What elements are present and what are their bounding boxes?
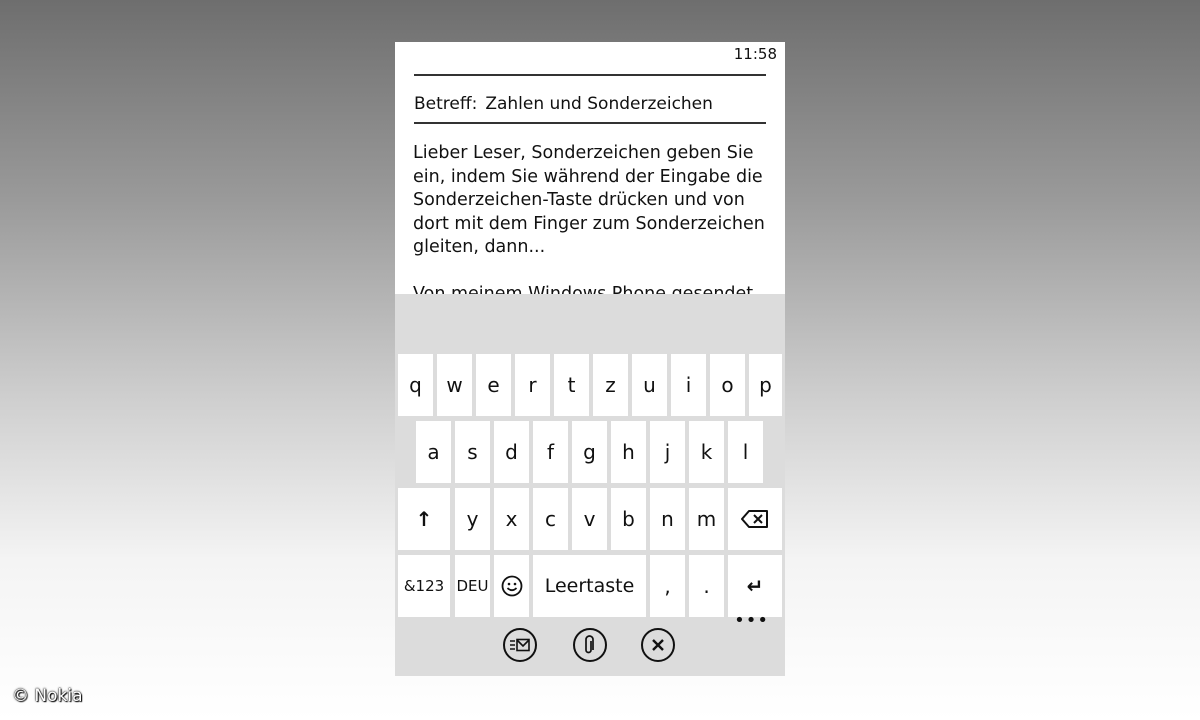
key-m[interactable]: m	[689, 488, 724, 550]
key-n[interactable]: n	[650, 488, 685, 550]
cancel-button[interactable]	[641, 628, 675, 662]
key-q[interactable]: q	[398, 354, 433, 416]
shift-key[interactable]: ↑	[398, 488, 450, 550]
subject-value: Zahlen und Sonderzeichen	[485, 94, 713, 114]
key-e[interactable]: e	[476, 354, 511, 416]
key-c[interactable]: c	[533, 488, 568, 550]
key-j[interactable]: j	[650, 421, 685, 483]
divider	[414, 74, 766, 76]
key-r[interactable]: r	[515, 354, 550, 416]
phone-screen: 11:58 Betreff: Zahlen und Sonderzeichen L…	[395, 42, 785, 676]
body-line: dort mit dem Finger zum Sonderzeichen	[413, 213, 765, 234]
subject-field[interactable]: Betreff: Zahlen und Sonderzeichen	[414, 94, 713, 114]
attach-button[interactable]	[573, 628, 607, 662]
key-k[interactable]: k	[689, 421, 724, 483]
subject-label: Betreff:	[414, 94, 478, 114]
divider	[414, 122, 766, 124]
numbers-key[interactable]: &123	[398, 555, 450, 617]
email-body[interactable]: Lieber Leser, Sonderzeichen geben Sie ei…	[413, 142, 773, 260]
key-v[interactable]: v	[572, 488, 607, 550]
more-options-button[interactable]: •••	[734, 612, 769, 630]
emoji-key[interactable]	[494, 555, 529, 617]
enter-key[interactable]: ↵	[728, 555, 782, 617]
cancel-icon	[652, 639, 664, 651]
key-z[interactable]: z	[593, 354, 628, 416]
body-line: gleiten, dann...	[413, 237, 546, 258]
language-key[interactable]: DEU	[455, 555, 490, 617]
smiley-icon	[501, 575, 522, 597]
key-s[interactable]: s	[455, 421, 490, 483]
key-b[interactable]: b	[611, 488, 646, 550]
period-key[interactable]: .	[689, 555, 724, 617]
status-time: 11:58	[733, 45, 777, 63]
key-w[interactable]: w	[437, 354, 472, 416]
key-i[interactable]: i	[671, 354, 706, 416]
key-o[interactable]: o	[710, 354, 745, 416]
attach-icon	[585, 635, 594, 654]
copyright-watermark: © Nokia	[12, 686, 83, 706]
on-screen-keyboard: q w e r t z u i o p a s d f g h j k l ↑ …	[395, 294, 785, 676]
key-d[interactable]: d	[494, 421, 529, 483]
send-icon	[510, 638, 530, 652]
comma-key[interactable]: ,	[650, 555, 685, 617]
key-x[interactable]: x	[494, 488, 529, 550]
key-f[interactable]: f	[533, 421, 568, 483]
send-button[interactable]	[503, 628, 537, 662]
key-g[interactable]: g	[572, 421, 607, 483]
body-line: Lieber Leser, Sonderzeichen geben Sie	[413, 143, 754, 163]
key-t[interactable]: t	[554, 354, 589, 416]
key-y[interactable]: y	[455, 488, 490, 550]
key-u[interactable]: u	[632, 354, 667, 416]
key-l[interactable]: l	[728, 421, 763, 483]
key-p[interactable]: p	[749, 354, 782, 416]
key-h[interactable]: h	[611, 421, 646, 483]
backspace-key[interactable]	[728, 488, 782, 550]
key-a[interactable]: a	[416, 421, 451, 483]
backspace-icon	[741, 510, 768, 528]
body-line: Sonderzeichen-Taste drücken und von	[413, 190, 745, 211]
space-key[interactable]: Leertaste	[533, 555, 646, 617]
body-line: ein, indem Sie während der Eingabe die	[413, 166, 763, 187]
